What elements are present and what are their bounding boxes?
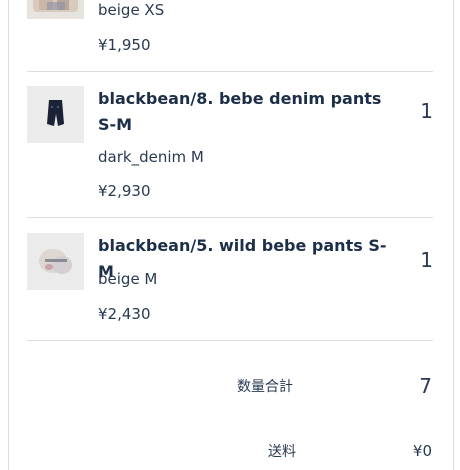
divider (27, 340, 433, 341)
quantity-total-value: 7 (419, 374, 432, 398)
product-variant: dark_denim M (98, 148, 204, 166)
product-price: ¥1,950 (98, 36, 151, 54)
divider (27, 217, 433, 218)
cart-item: blackbean/5. wild bebe pants S-M beige M… (27, 233, 433, 343)
item-quantity: 1 (420, 248, 433, 272)
cart-item: blackbean/8. bebe denim pants S-M dark_d… (27, 86, 433, 216)
product-variant: beige M (98, 270, 158, 288)
product-image (27, 86, 84, 143)
product-image (27, 0, 84, 19)
cart-item: beige XS ¥1,950 (27, 0, 433, 70)
product-price: ¥2,430 (98, 305, 151, 323)
quantity-total-label: 数量合計 (237, 379, 293, 395)
product-image (27, 233, 84, 290)
divider (27, 71, 433, 72)
item-quantity: 1 (420, 99, 433, 123)
product-title[interactable]: blackbean/8. bebe denim pants S-M (98, 86, 388, 138)
shipping-value: ¥0 (412, 442, 432, 460)
product-variant: beige XS (98, 1, 165, 19)
product-thumbnail[interactable] (27, 233, 84, 290)
product-price: ¥2,930 (98, 182, 151, 200)
product-thumbnail[interactable] (27, 0, 84, 19)
shipping-label: 送料 (268, 444, 296, 460)
product-thumbnail[interactable] (27, 86, 84, 143)
